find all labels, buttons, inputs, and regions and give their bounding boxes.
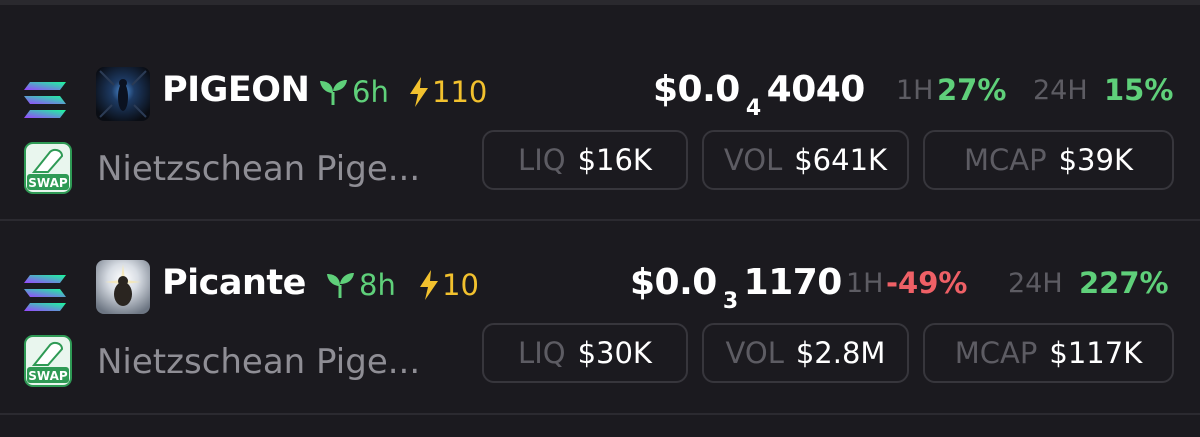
change-1h-label: 1H	[846, 268, 884, 299]
change-1h-value: 27%	[937, 73, 1007, 107]
vol-stat[interactable]: VOL $641K	[702, 130, 909, 190]
swap-icon: SWAP	[24, 142, 72, 194]
mcap-value: $39K	[1058, 143, 1133, 177]
sprout-icon	[327, 273, 354, 298]
liq-stat[interactable]: LIQ $30K	[482, 323, 688, 383]
liq-value: $16K	[577, 143, 652, 177]
change-24h-value: 227%	[1079, 266, 1169, 300]
lightning-icon	[420, 270, 438, 300]
change-1h-label: 1H	[896, 75, 934, 106]
token-boost-value: 10	[442, 268, 479, 302]
token-row-picante[interactable]: Picante 8h 10 $0.0 3 1170 1H -49% 24H 227%…	[0, 223, 1200, 413]
swap-badge-text: SWAP	[28, 369, 68, 383]
token-avatar	[96, 67, 150, 121]
token-age-value: 8h	[359, 268, 396, 302]
price-digits: 1170	[743, 262, 843, 303]
price-prefix: $0.0	[630, 262, 717, 303]
liq-stat[interactable]: LIQ $16K	[482, 130, 688, 190]
token-boost: 110	[408, 75, 487, 109]
token-price: $0.0 4 4040	[653, 69, 865, 121]
vol-stat[interactable]: VOL $2.8M	[702, 323, 909, 383]
vol-value: $2.8M	[795, 336, 886, 370]
vol-label: VOL	[725, 336, 784, 370]
token-age-value: 6h	[352, 75, 389, 109]
change-24h-label: 24H	[1033, 75, 1088, 106]
liq-label: LIQ	[518, 336, 566, 370]
liq-value: $30K	[577, 336, 652, 370]
token-symbol: Picante	[162, 263, 306, 303]
liq-label: LIQ	[518, 143, 566, 177]
token-boost: 10	[418, 268, 479, 302]
swap-badge-text: SWAP	[28, 176, 68, 190]
row-divider	[0, 413, 1200, 415]
change-1h-value: -49%	[886, 266, 968, 300]
vol-label: VOL	[723, 143, 783, 177]
swap-icon: SWAP	[24, 335, 72, 387]
price-zero-count: 4	[745, 96, 761, 121]
mcap-stat[interactable]: MCAP $117K	[923, 323, 1174, 383]
lightning-icon	[410, 77, 428, 107]
token-price: $0.0 3 1170	[630, 262, 842, 314]
mcap-label: MCAP	[964, 143, 1047, 177]
token-avatar	[96, 260, 150, 314]
token-age: 8h	[325, 268, 396, 302]
token-age: 6h	[318, 75, 389, 109]
token-name: Nietzschean Pige...	[97, 342, 421, 382]
mcap-label: MCAP	[954, 336, 1038, 370]
top-divider	[0, 0, 1200, 5]
change-24h-value: 15%	[1104, 73, 1174, 107]
mcap-value: $117K	[1049, 336, 1143, 370]
token-row-pigeon[interactable]: PIGEON 6h 110 $0.0 4 4040 1H 27% 24H 15% S…	[0, 30, 1200, 220]
price-prefix: $0.0	[653, 69, 740, 110]
price-zero-count: 3	[722, 289, 738, 314]
row-divider	[0, 219, 1200, 221]
token-name: Nietzschean Pige...	[97, 149, 421, 189]
price-digits: 4040	[766, 69, 866, 110]
token-symbol: PIGEON	[162, 70, 310, 110]
solana-icon	[24, 275, 66, 311]
vol-value: $641K	[794, 143, 888, 177]
change-24h-label: 24H	[1008, 268, 1063, 299]
token-boost-value: 110	[432, 75, 488, 109]
solana-icon	[24, 82, 66, 118]
mcap-stat[interactable]: MCAP $39K	[923, 130, 1174, 190]
sprout-icon	[320, 80, 347, 105]
